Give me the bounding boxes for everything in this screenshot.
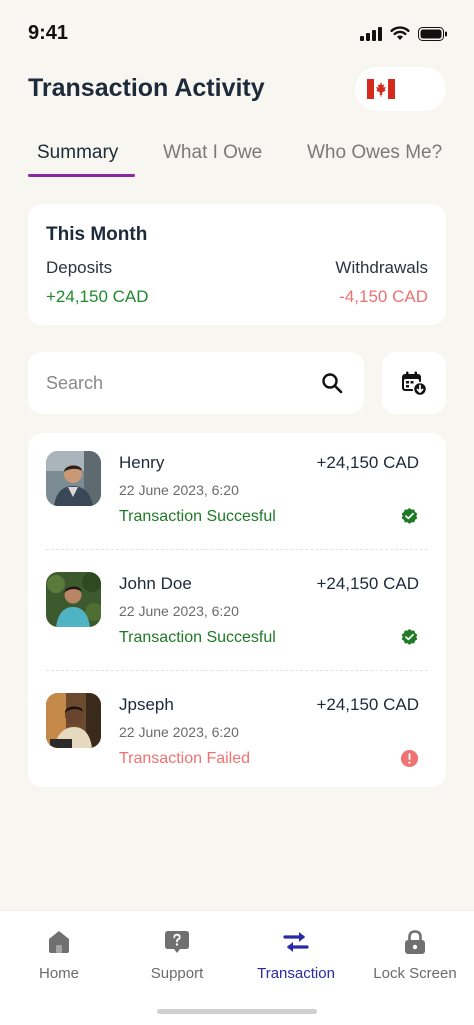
transaction-name: Henry xyxy=(119,453,165,472)
nav-label: Home xyxy=(38,965,79,982)
tab-what-i-owe[interactable]: What I Owe xyxy=(163,142,262,164)
transaction-date: 22 June 2023, 6:20 xyxy=(119,482,239,498)
transaction-row[interactable]: Jpseph +24,150 CAD 22 June 2023, 6:20 Tr… xyxy=(28,675,446,795)
canada-flag-icon xyxy=(367,79,395,99)
calendar-download-button[interactable] xyxy=(382,352,446,414)
divider xyxy=(46,670,428,671)
divider xyxy=(46,549,428,550)
success-check-icon xyxy=(401,628,418,645)
active-tab-indicator xyxy=(28,174,135,177)
status-time: 9:41 xyxy=(28,22,69,44)
wifi-icon xyxy=(390,26,410,40)
transaction-amount: +24,150 CAD xyxy=(316,574,419,593)
nav-transaction[interactable]: Transaction xyxy=(237,929,355,982)
nav-label: Transaction xyxy=(257,965,335,982)
nav-label: Lock Screen xyxy=(373,965,457,982)
transaction-list: Henry +24,150 CAD 22 June 2023, 6:20 Tra… xyxy=(28,433,446,787)
monthly-summary-card: This Month Deposits Withdrawals +24,150 … xyxy=(28,204,446,325)
transaction-name: John Doe xyxy=(119,574,192,593)
status-bar: 9:41 xyxy=(0,0,474,66)
deposits-label: Deposits xyxy=(46,258,113,277)
page-title: Transaction Activity xyxy=(28,74,265,102)
deposits-value: +24,150 CAD xyxy=(46,287,149,306)
transaction-status: Transaction Succesful xyxy=(119,508,276,525)
bottom-nav: Home Support Transaction Lock Screen xyxy=(0,910,474,1025)
transaction-icon xyxy=(283,932,309,952)
home-icon xyxy=(49,931,69,953)
transaction-status: Transaction Failed xyxy=(119,750,251,767)
success-check-icon xyxy=(401,507,418,524)
withdrawals-value: -4,150 CAD xyxy=(339,287,428,306)
summary-title: This Month xyxy=(46,224,148,245)
transaction-date: 22 June 2023, 6:20 xyxy=(119,724,239,740)
avatar xyxy=(46,451,101,506)
transaction-row[interactable]: John Doe +24,150 CAD 22 June 2023, 6:20 … xyxy=(28,554,446,674)
lock-icon xyxy=(405,930,425,954)
signal-icon xyxy=(360,26,382,41)
search-icon[interactable] xyxy=(320,371,344,395)
nav-support[interactable]: Support xyxy=(118,929,236,982)
calendar-download-icon xyxy=(402,371,427,396)
nav-home[interactable]: Home xyxy=(0,929,118,982)
tab-bar: Summary What I Owe Who Owes Me? xyxy=(0,138,474,178)
nav-lock-screen[interactable]: Lock Screen xyxy=(356,929,474,982)
tab-who-owes-me[interactable]: Who Owes Me? xyxy=(307,142,442,164)
transaction-amount: +24,150 CAD xyxy=(316,695,419,714)
support-icon xyxy=(165,931,189,953)
home-indicator xyxy=(157,1009,317,1014)
transaction-date: 22 June 2023, 6:20 xyxy=(119,603,239,619)
search-input[interactable] xyxy=(46,368,306,398)
withdrawals-label: Withdrawals xyxy=(335,258,428,277)
search-box xyxy=(28,352,364,414)
avatar xyxy=(46,572,101,627)
transaction-amount: +24,150 CAD xyxy=(316,453,419,472)
tab-summary[interactable]: Summary xyxy=(37,142,118,164)
error-alert-icon xyxy=(400,749,419,768)
country-selector[interactable] xyxy=(355,67,446,111)
nav-label: Support xyxy=(150,965,204,982)
transaction-name: Jpseph xyxy=(119,695,174,714)
transaction-row[interactable]: Henry +24,150 CAD 22 June 2023, 6:20 Tra… xyxy=(28,433,446,553)
avatar xyxy=(46,693,101,748)
battery-icon xyxy=(418,26,447,41)
status-icons xyxy=(360,26,448,41)
transaction-status: Transaction Succesful xyxy=(119,629,276,646)
